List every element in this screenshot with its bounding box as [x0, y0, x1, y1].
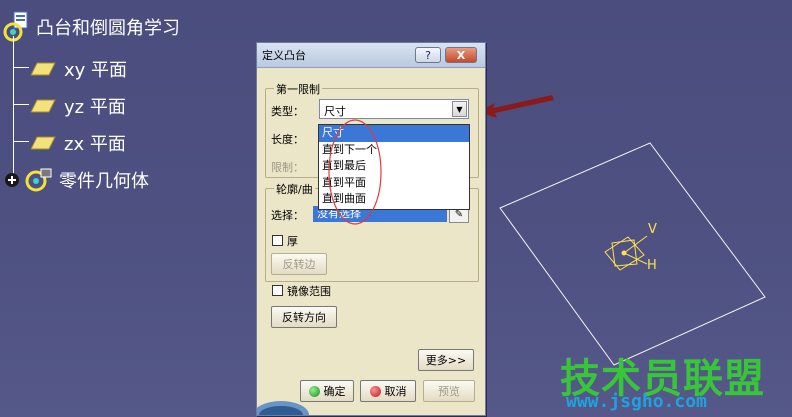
annotation-circle — [328, 119, 382, 225]
annotation-layer — [328, 119, 382, 225]
